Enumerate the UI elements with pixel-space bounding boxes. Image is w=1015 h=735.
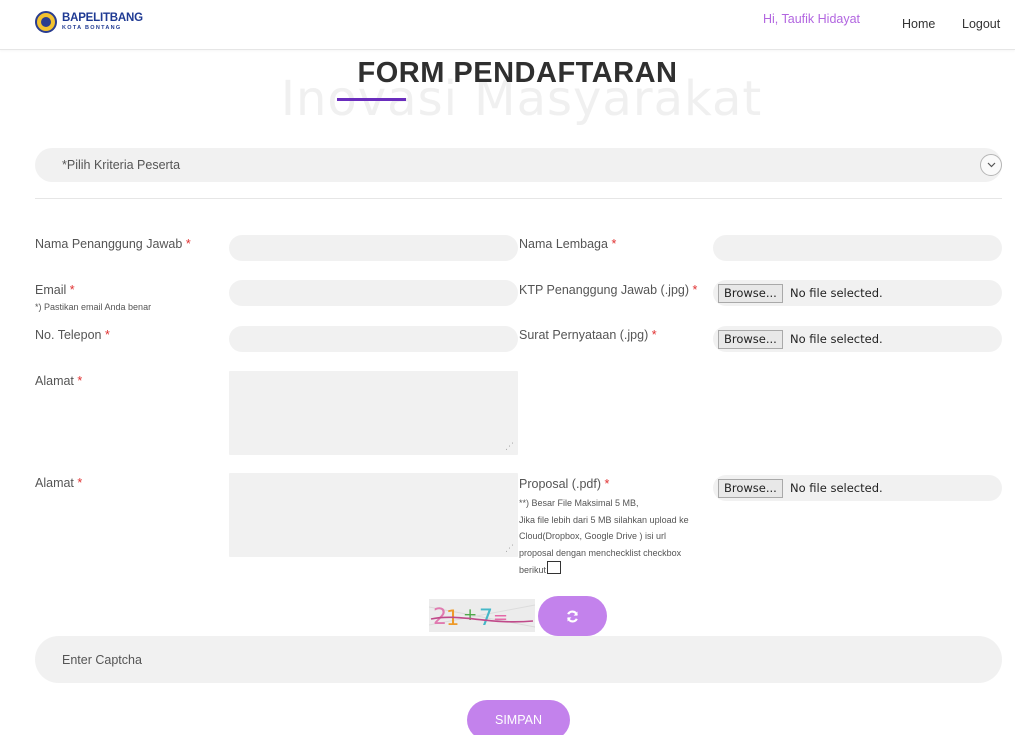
svg-text:+: + — [463, 605, 477, 625]
alamat-textarea[interactable]: ⋰ — [229, 371, 518, 455]
svg-text:=: = — [493, 607, 508, 628]
nama-lembaga-input[interactable] — [713, 235, 1002, 261]
proposal-browse-button[interactable]: Browse... — [718, 479, 783, 498]
navbar: BAPELITBANG KOTA BONTANG Hi, Taufik Hida… — [0, 0, 1015, 50]
surat-file-status: No file selected. — [790, 332, 883, 346]
captcha-input[interactable]: Enter Captcha — [35, 636, 1002, 683]
email-note: *) Pastikan email Anda benar — [35, 302, 152, 312]
proposal-file-input[interactable]: Browse... No file selected. — [713, 475, 1002, 501]
captcha-refresh-button[interactable] — [538, 596, 607, 636]
nama-penanggung-jawab-label: Nama Penanggung Jawab * — [35, 237, 191, 251]
proposal-note-line: Cloud(Dropbox, Google Drive ) isi url — [519, 531, 667, 541]
resize-grip-icon[interactable]: ⋰ — [505, 544, 514, 553]
chevron-down-icon[interactable] — [980, 154, 1002, 176]
divider — [35, 198, 1002, 199]
logo-sub-text: KOTA BONTANG — [62, 24, 122, 31]
ktp-file-status: No file selected. — [790, 286, 883, 300]
ktp-label: KTP Penanggung Jawab (.jpg) * — [519, 283, 698, 297]
logo-main-text: BAPELITBANG — [62, 12, 143, 24]
criteria-select-value: *Pilih Kriteria Peserta — [62, 158, 181, 172]
logo-text: BAPELITBANG KOTA BONTANG — [62, 12, 143, 31]
title-underline — [337, 98, 406, 101]
logo-emblem-icon — [35, 11, 57, 33]
proposal-label: Proposal (.pdf) * — [519, 477, 610, 491]
telepon-label: No. Telepon * — [35, 328, 110, 342]
telepon-input[interactable] — [229, 326, 518, 352]
nama-penanggung-jawab-input[interactable] — [229, 235, 518, 261]
svg-text:7: 7 — [479, 606, 493, 631]
proposal-note-line: Jika file lebih dari 5 MB silahkan uploa… — [519, 514, 689, 525]
proposal-note-line: **) Besar File Maksimal 5 MB, — [519, 498, 639, 508]
surat-label: Surat Pernyataan (.jpg) * — [519, 328, 657, 342]
email-input[interactable] — [229, 280, 518, 306]
nav-home-link[interactable]: Home — [902, 17, 935, 31]
nama-lembaga-label: Nama Lembaga * — [519, 237, 617, 251]
refresh-icon — [567, 609, 578, 623]
proposal-note-line: berikut — [519, 561, 689, 579]
alamat-2-textarea[interactable]: ⋰ — [229, 473, 518, 557]
logo[interactable]: BAPELITBANG KOTA BONTANG — [35, 11, 143, 33]
alamat-label: Alamat * — [35, 374, 83, 388]
resize-grip-icon[interactable]: ⋰ — [505, 442, 514, 451]
simpan-button[interactable]: SIMPAN — [467, 700, 570, 735]
captcha-image: 2 1 + 7 = — [429, 599, 535, 632]
page-title: FORM PENDAFTARAN — [357, 57, 678, 89]
email-label: Email * — [35, 283, 75, 297]
proposal-url-checkbox[interactable] — [547, 561, 562, 574]
proposal-file-status: No file selected. — [790, 481, 883, 495]
ktp-browse-button[interactable]: Browse... — [718, 284, 783, 303]
ktp-file-input[interactable]: Browse... No file selected. — [713, 280, 1002, 306]
surat-browse-button[interactable]: Browse... — [718, 330, 783, 349]
surat-file-input[interactable]: Browse... No file selected. — [713, 326, 1002, 352]
criteria-select[interactable]: *Pilih Kriteria Peserta — [35, 148, 1002, 182]
user-greeting[interactable]: Hi, Taufik Hidayat — [763, 12, 860, 26]
nav-logout-link[interactable]: Logout — [962, 17, 1000, 31]
proposal-note-line: proposal dengan menchecklist checkbox — [519, 547, 682, 558]
captcha-placeholder: Enter Captcha — [62, 653, 142, 667]
proposal-note: **) Besar File Maksimal 5 MB, Jika file … — [519, 495, 689, 579]
alamat-2-label: Alamat * — [35, 476, 83, 490]
